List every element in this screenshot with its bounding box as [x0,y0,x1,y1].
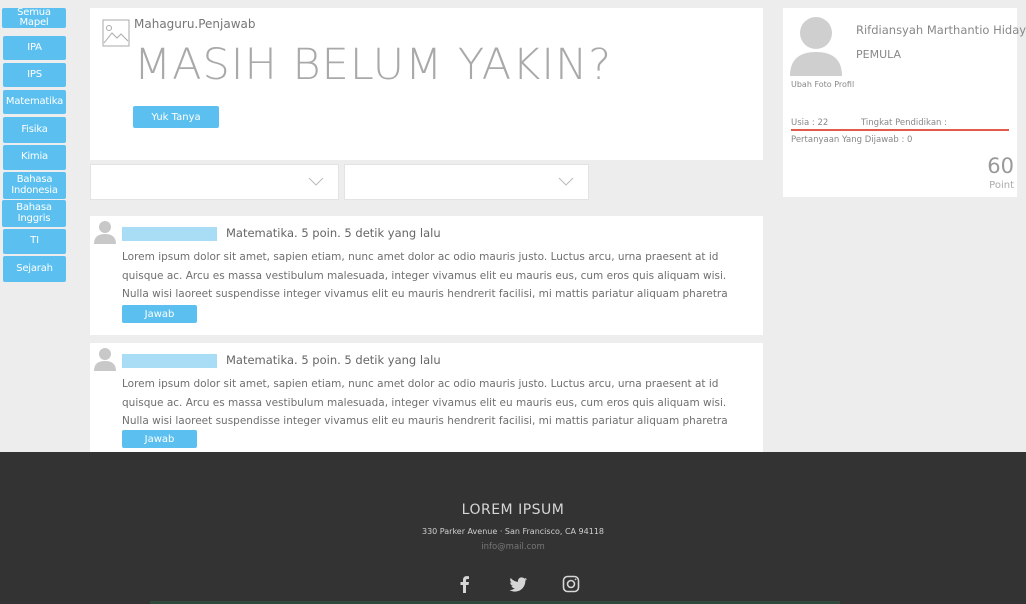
chevron-down-icon [558,177,574,186]
page-title: MASIH BELUM YAKIN? [134,40,613,90]
ask-question-button[interactable]: Yuk Tanya [133,106,219,128]
user-avatar-icon [94,348,116,371]
sidebar-item-kimia[interactable]: Kimia [3,145,66,170]
site-footer: LOREM IPSUM 330 Parker Avenue · San Fran… [0,452,1026,604]
profile-points-label: Point [989,180,1014,191]
profile-answered-count: Pertanyaan Yang Dijawab : 0 [791,135,913,145]
profile-education: Tingkat Pendidikan : [861,118,947,128]
footer-address: 330 Parker Avenue · San Francisco, CA 94… [421,527,604,536]
sidebar-item-matematika[interactable]: Matematika [3,90,66,114]
sidebar-item-bahasa-indonesia[interactable]: Bahasa Indonesia [3,172,66,199]
sidebar-item-ips[interactable]: IPS [3,63,66,87]
profile-divider [791,129,1009,131]
footer-title: LOREM IPSUM [461,502,565,518]
chevron-down-icon [308,177,324,186]
sidebar-item-semua-mapel[interactable]: Semua Mapel [2,7,66,28]
sort-filter-dropdown[interactable] [344,164,589,200]
question-meta: Matematika. 5 poin. 5 detik yang lalu [226,353,441,367]
image-placeholder-icon [102,19,130,47]
user-avatar-icon [94,221,116,244]
ask-hero-panel: Mahaguru.Penjawab MASIH BELUM YAKIN? Yuk… [90,8,763,160]
profile-points-value: 60 [987,154,1014,178]
answer-button[interactable]: Jawab [122,430,197,448]
twitter-icon[interactable] [508,574,528,594]
profile-age: Usia : 22 [791,118,829,128]
question-meta: Matematika. 5 poin. 5 detik yang lalu [226,226,441,240]
footer-email[interactable]: info@mail.com [0,542,1026,552]
question-card: Matematika. 5 poin. 5 detik yang lalu Lo… [90,216,763,335]
sidebar-item-ipa[interactable]: IPA [3,36,66,60]
question-text: Lorem ipsum dolor sit amet, sapien etiam… [122,251,728,319]
profile-panel: Rifdiansyah Marthantio Hidayat PEMULA Ub… [783,8,1026,197]
sidebar-item-fisika[interactable]: Fisika [3,117,66,143]
hero-username: Mahaguru.Penjawab [134,17,256,31]
asker-name-highlight[interactable] [122,354,217,368]
profile-rank: PEMULA [856,48,902,61]
instagram-icon[interactable] [561,574,581,594]
sidebar-item-bahasa-inggris[interactable]: Bahasa Inggris [2,200,66,227]
question-card: Matematika. 5 poin. 5 detik yang lalu Lo… [90,343,763,452]
facebook-icon[interactable] [455,574,475,594]
change-photo-link[interactable]: Ubah Foto Profil [791,80,854,89]
answer-button[interactable]: Jawab [122,305,197,323]
profile-avatar-icon [790,17,842,76]
question-text: Lorem ipsum dolor sit amet, sapien etiam… [122,378,728,446]
sidebar-item-ti[interactable]: TI [3,229,66,254]
asker-name-highlight[interactable] [122,227,217,241]
subject-filter-dropdown[interactable] [90,164,339,200]
profile-name: Rifdiansyah Marthantio Hidayat [856,23,1026,37]
sidebar-item-sejarah[interactable]: Sejarah [3,256,66,282]
